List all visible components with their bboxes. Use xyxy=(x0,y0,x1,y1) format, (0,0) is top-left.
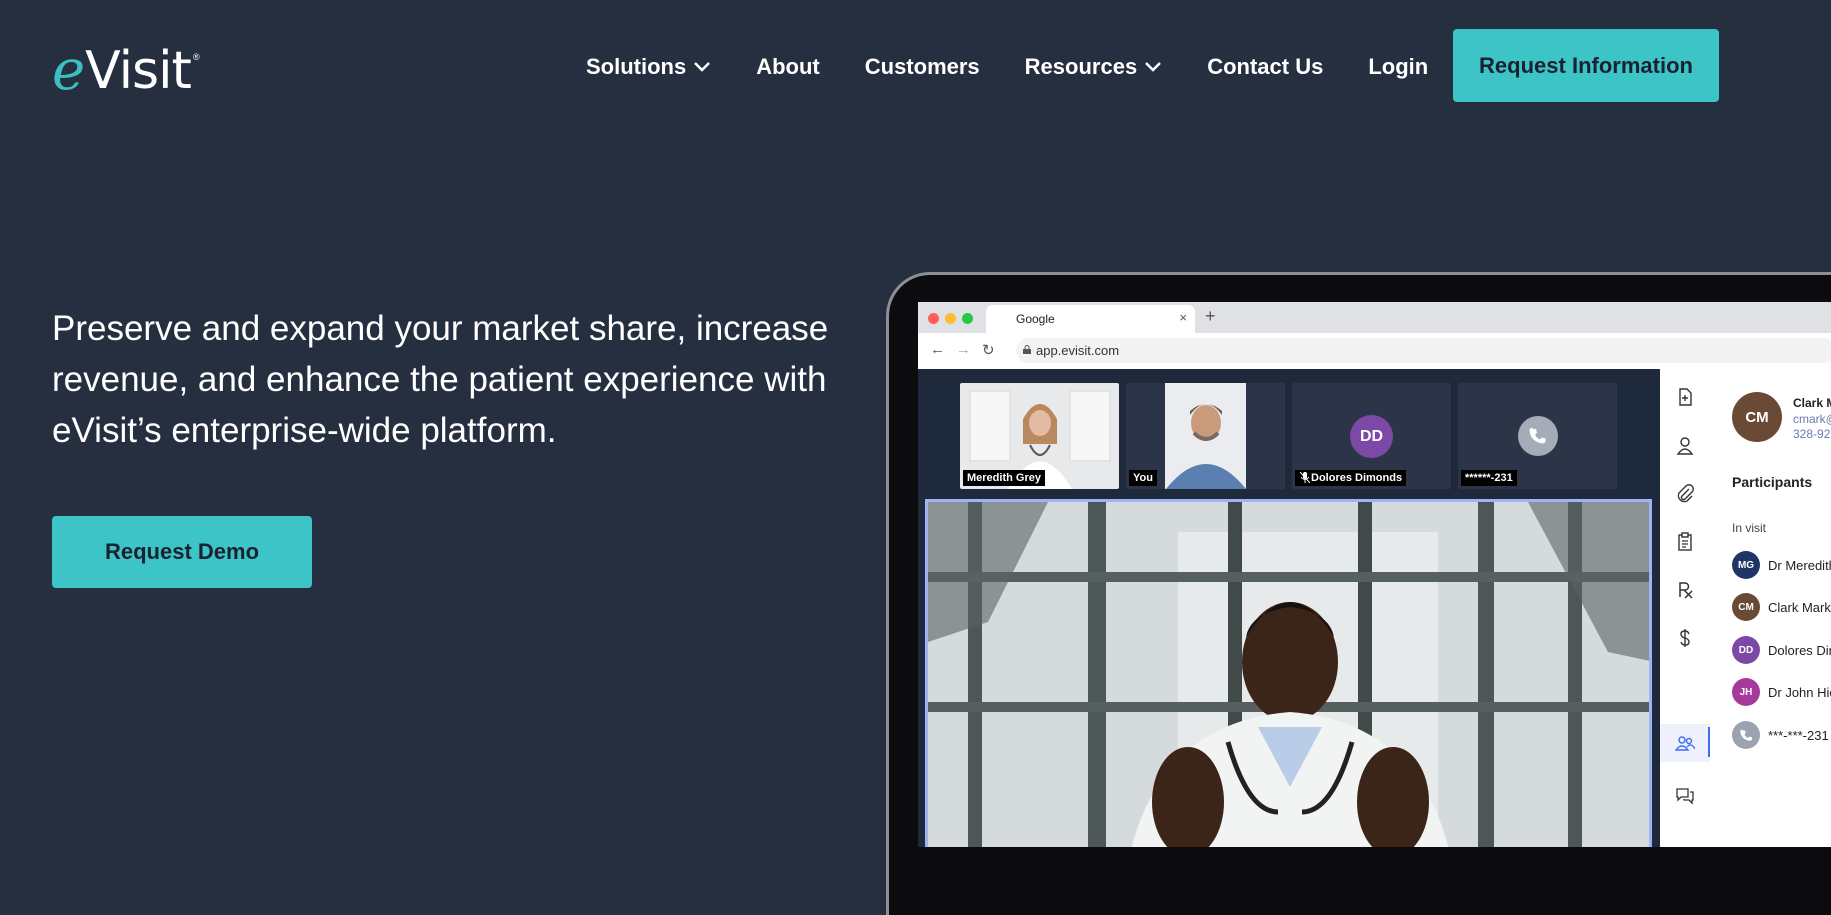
participant-thumbnail[interactable]: You xyxy=(1126,383,1285,489)
laptop-screen: Google × + ← → ↻ app.evisit.com Meredith… xyxy=(918,302,1831,847)
thumbnail-label: Dolores Dimonds xyxy=(1295,470,1407,486)
participant-avatar: JH xyxy=(1732,678,1760,706)
participant-name: ***-***-231 xyxy=(1768,727,1829,743)
participants-heading: Participants xyxy=(1732,474,1813,490)
nav-login[interactable]: Login xyxy=(1368,54,1428,80)
video-call-area: Meredith Grey You DD Dolores Dimonds ***… xyxy=(918,369,1660,847)
participant-avatar: DD xyxy=(1732,636,1760,664)
maximize-window-dot[interactable] xyxy=(962,313,973,324)
participant-row[interactable]: CM Clark Mark xyxy=(1732,593,1831,621)
nav-solutions[interactable]: Solutions xyxy=(586,54,711,80)
nav-label: Contact Us xyxy=(1207,54,1324,79)
logo-e: e xyxy=(52,38,86,103)
thumbnail-label: ******-231 xyxy=(1461,470,1517,486)
nav-contact-us[interactable]: Contact Us xyxy=(1207,54,1323,80)
person-icon[interactable] xyxy=(1675,436,1695,456)
participant-name: Dolores Dim xyxy=(1768,642,1831,658)
doctor-video-image xyxy=(928,502,1649,847)
document-add-icon[interactable] xyxy=(1675,387,1695,407)
hero-headline: Preserve and expand your market share, i… xyxy=(52,309,829,450)
participant-avatar: CM xyxy=(1732,593,1760,621)
browser-tab-bar: Google × + xyxy=(918,302,1831,333)
url-text: app.evisit.com xyxy=(1036,343,1120,358)
chevron-down-icon xyxy=(694,62,711,72)
logo-registered-mark: ® xyxy=(192,52,200,62)
reload-icon[interactable]: ↻ xyxy=(982,341,995,359)
nav-label: Customers xyxy=(864,54,980,79)
minimize-window-dot[interactable] xyxy=(945,313,956,324)
participant-row[interactable]: MG Dr Meredith xyxy=(1732,551,1831,579)
browser-tab[interactable]: Google × xyxy=(986,305,1195,333)
participant-avatar: DD xyxy=(1350,415,1393,458)
thumbnail-label: You xyxy=(1129,470,1157,486)
participant-avatar: MG xyxy=(1732,551,1760,579)
browser-tab-title: Google xyxy=(1016,312,1055,326)
nav-label: About xyxy=(756,54,820,79)
thumbnail-label: Meredith Grey xyxy=(963,470,1045,486)
contact-email[interactable]: cmark@ xyxy=(1793,412,1831,426)
participant-thumbnail[interactable]: ******-231 xyxy=(1458,383,1617,489)
lock-icon xyxy=(1023,345,1031,354)
close-window-dot[interactable] xyxy=(928,313,939,324)
paperclip-icon[interactable] xyxy=(1675,484,1695,504)
logo-text: Visit xyxy=(85,41,192,101)
forward-arrow-icon[interactable]: → xyxy=(956,341,971,358)
contact-avatar: CM xyxy=(1732,392,1782,442)
contact-phone[interactable]: 328-92 xyxy=(1793,427,1830,441)
new-tab-icon[interactable]: + xyxy=(1205,306,1216,327)
main-video-feed[interactable] xyxy=(925,499,1652,847)
request-demo-button[interactable]: Request Demo xyxy=(52,516,312,588)
nav-resources[interactable]: Resources xyxy=(1025,54,1163,80)
in-visit-section-label: In visit xyxy=(1732,521,1767,535)
participant-row[interactable]: JH Dr John Hic xyxy=(1732,678,1831,706)
nav-customers[interactable]: Customers xyxy=(865,54,980,80)
request-information-button[interactable]: Request Information xyxy=(1453,29,1719,102)
chevron-down-icon xyxy=(1145,62,1162,72)
participant-name: Clark Mark xyxy=(1768,599,1831,615)
participant-name: Dr Meredith xyxy=(1768,557,1831,573)
participant-thumbnail[interactable]: Meredith Grey xyxy=(960,383,1119,489)
nav-label: Solutions xyxy=(586,54,687,79)
rx-icon[interactable] xyxy=(1675,580,1695,600)
clipboard-icon[interactable] xyxy=(1675,532,1695,552)
back-arrow-icon[interactable]: ← xyxy=(930,341,945,358)
main-nav: Solutions About Customers Resources Cont… xyxy=(586,52,1428,82)
address-field[interactable]: app.evisit.com xyxy=(1016,338,1831,363)
close-icon[interactable]: × xyxy=(1179,310,1187,325)
evisit-logo[interactable]: e Visit ® xyxy=(52,38,200,103)
browser-url-bar: ← → ↻ app.evisit.com xyxy=(918,333,1831,370)
participant-row[interactable]: ***-***-231 xyxy=(1732,721,1829,749)
phone-icon xyxy=(1518,416,1558,456)
phone-icon xyxy=(1732,721,1760,749)
participant-name: Dr John Hic xyxy=(1768,684,1831,700)
chat-icon[interactable] xyxy=(1675,785,1695,805)
visit-tools-rail xyxy=(1660,369,1711,847)
participants-icon[interactable] xyxy=(1675,733,1695,753)
nav-label: Login xyxy=(1368,54,1429,79)
nav-about[interactable]: About xyxy=(756,54,820,80)
participant-thumbnail[interactable]: DD Dolores Dimonds xyxy=(1292,383,1451,489)
participant-row[interactable]: DD Dolores Dim xyxy=(1732,636,1831,664)
contact-name: Clark M xyxy=(1793,396,1831,410)
participants-panel: CM Clark M cmark@ 328-92 Participants In… xyxy=(1710,369,1831,847)
muted-microphone-icon xyxy=(1300,472,1310,483)
nav-label: Resources xyxy=(1024,54,1138,79)
dollar-icon[interactable] xyxy=(1675,628,1695,648)
